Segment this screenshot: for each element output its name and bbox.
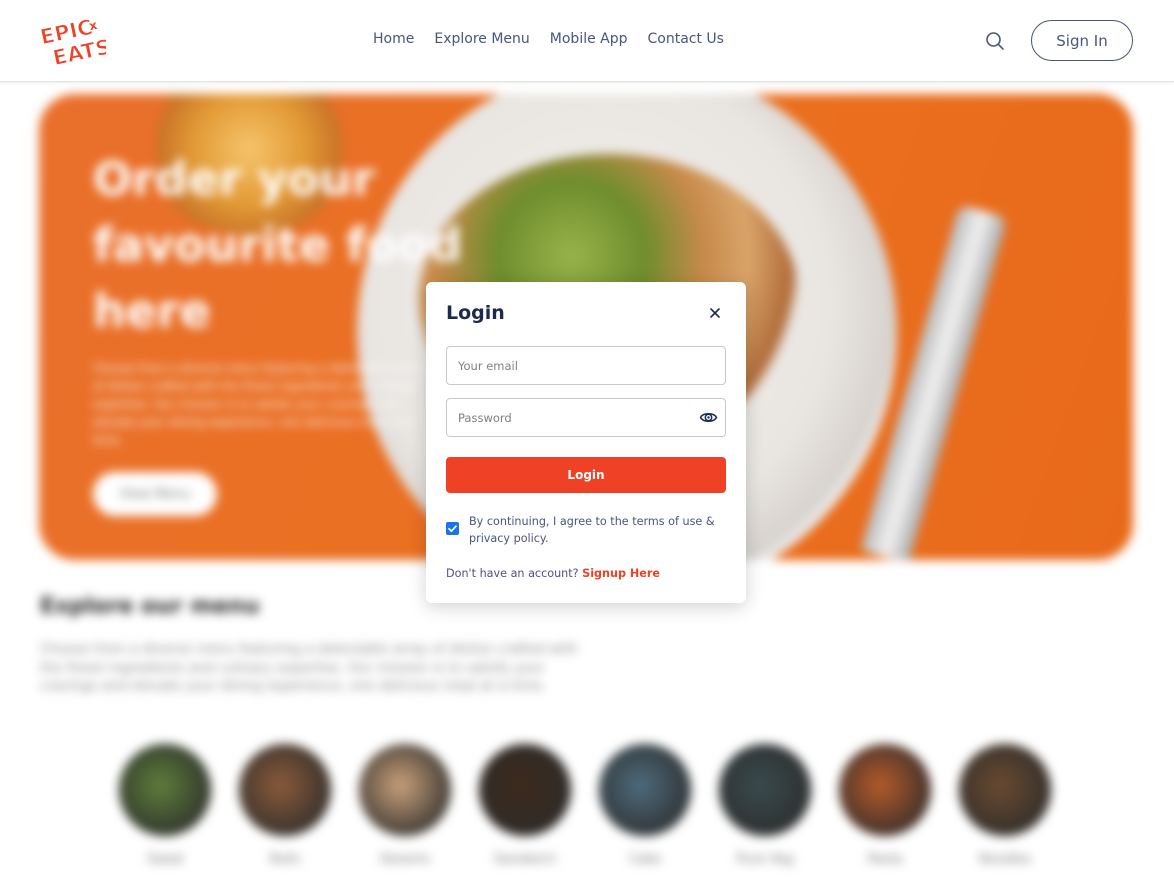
signup-prompt-text: Don't have an account?: [446, 567, 579, 580]
show-password-eye-icon[interactable]: [699, 408, 718, 427]
password-field[interactable]: [446, 398, 726, 437]
terms-text: By continuing, I agree to the terms of u…: [469, 515, 715, 545]
login-popup: Login Login By continuing, I agree to th…: [426, 282, 746, 603]
login-title: Login: [446, 302, 505, 324]
signup-prompt: Don't have an account? Signup Here: [446, 567, 660, 580]
checkmark-icon: [448, 525, 457, 533]
close-icon[interactable]: [708, 306, 722, 320]
terms-checkbox[interactable]: [446, 522, 459, 535]
login-submit-button[interactable]: Login: [446, 457, 726, 493]
signup-link[interactable]: Signup Here: [582, 567, 660, 580]
email-field[interactable]: [446, 346, 726, 385]
